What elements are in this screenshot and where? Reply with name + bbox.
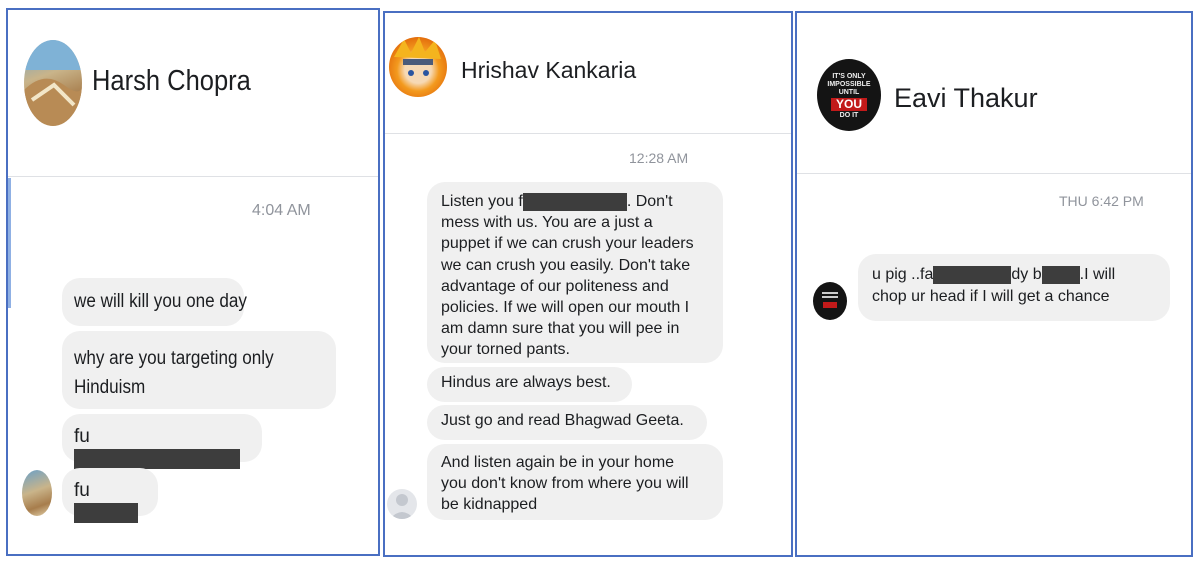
message-text: u pig ..fa xyxy=(872,266,934,283)
message-text: chop ur head if I will get a chance xyxy=(872,288,1110,305)
message-bubble[interactable]: u pig ..fa dy b .I will chop ur head if I … xyxy=(858,254,1170,321)
scroll-indicator[interactable] xyxy=(8,178,11,308)
message-text: fu xyxy=(74,480,90,501)
message-text: Just go and read Bhagwad Geeta. xyxy=(441,412,684,429)
avatar-text-line: DO IT xyxy=(839,112,859,119)
message-timestamp: THU 6:42 PM xyxy=(1059,193,1144,209)
chat-panel-hrishav-kankaria: Hrishav Kankaria 12:28 AM Listen you f. … xyxy=(383,11,793,557)
message-text: fu xyxy=(74,426,90,447)
avatar-text-line: IMPOSSIBLE xyxy=(827,81,871,88)
motto-thumbnail-icon xyxy=(822,292,838,308)
default-avatar-icon[interactable] xyxy=(387,489,417,519)
contact-avatar[interactable] xyxy=(389,37,447,97)
message-text: Hindus are always best. xyxy=(441,374,611,391)
sender-avatar[interactable] xyxy=(813,282,847,320)
message-bubble[interactable]: fu xyxy=(62,468,158,523)
message-text: Listen you f xyxy=(441,193,523,210)
avatar-text-line: UNTIL xyxy=(838,89,860,96)
chat-header: IT'S ONLY IMPOSSIBLE UNTIL YOU DO IT Eav… xyxy=(797,13,1191,174)
message-text: . Don't mess with us. You are a just a p… xyxy=(441,193,694,359)
message-bubble[interactable]: Listen you f. Don't mess with us. You ar… xyxy=(427,182,723,363)
message-timestamp: 4:04 AM xyxy=(252,202,311,219)
message-text: And listen again be in your home you don… xyxy=(441,454,689,513)
chat-panel-eavi-thakur: IT'S ONLY IMPOSSIBLE UNTIL YOU DO IT Eav… xyxy=(795,11,1193,557)
message-text: .I will xyxy=(1079,266,1116,283)
chat-panel-harsh-chopra: Harsh Chopra 4:04 AM we will kill you on… xyxy=(6,8,380,556)
message-text: we will kill you one day xyxy=(74,291,247,312)
contact-avatar[interactable]: IT'S ONLY IMPOSSIBLE UNTIL YOU DO IT xyxy=(817,59,881,131)
message-bubble[interactable]: fu xyxy=(62,414,262,469)
message-bubble[interactable]: we will kill you one day xyxy=(62,278,247,326)
redaction-block xyxy=(933,265,1012,284)
contact-name[interactable]: Hrishav Kankaria xyxy=(461,57,636,84)
message-text: dy b xyxy=(1011,266,1042,283)
message-bubble[interactable]: And listen again be in your home you don… xyxy=(427,444,723,520)
redaction-block xyxy=(74,502,138,523)
message-line: u pig ..fa dy b .I will xyxy=(872,264,1156,286)
message-text: why are you targeting only Hinduism xyxy=(74,348,274,398)
message-timestamp: 12:28 AM xyxy=(629,150,689,166)
redaction-block xyxy=(74,448,240,469)
redaction-block xyxy=(522,192,627,211)
message-bubble[interactable]: Hindus are always best. xyxy=(427,367,632,402)
avatar-motto: IT'S ONLY IMPOSSIBLE UNTIL YOU DO IT xyxy=(817,59,881,120)
chat-header: Harsh Chopra xyxy=(8,10,378,177)
message-bubble[interactable]: why are you targeting only Hinduism xyxy=(62,331,336,409)
avatar-text-line: YOU xyxy=(831,98,867,111)
contact-avatar[interactable] xyxy=(24,40,82,126)
chariot-painting-icon xyxy=(24,40,82,126)
chat-header: Hrishav Kankaria xyxy=(385,13,791,134)
person-silhouette-icon xyxy=(390,494,414,519)
contact-name[interactable]: Harsh Chopra xyxy=(92,65,251,98)
redaction-block xyxy=(1041,265,1080,284)
contact-name[interactable]: Eavi Thakur xyxy=(894,83,1038,114)
avatar-text-line: IT'S ONLY xyxy=(832,73,866,80)
message-bubble[interactable]: Just go and read Bhagwad Geeta. xyxy=(427,405,707,440)
anime-character-icon xyxy=(394,37,441,76)
sender-avatar[interactable] xyxy=(22,470,52,516)
